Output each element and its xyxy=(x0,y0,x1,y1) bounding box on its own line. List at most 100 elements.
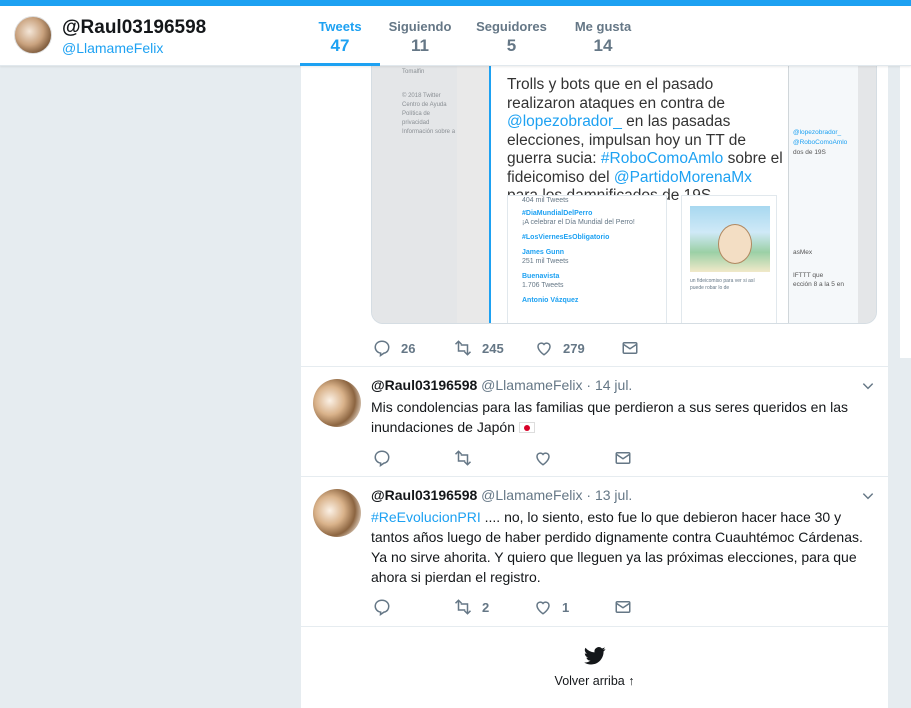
tweet-meta[interactable]: @LlamameFelix · 14 jul. xyxy=(481,377,632,393)
heart-icon xyxy=(536,452,550,466)
media-trends-list: 404 mil Tweets #DiaMundialDelPerro ¡A ce… xyxy=(507,195,667,323)
reply-icon xyxy=(374,450,390,467)
twitter-bird-icon[interactable] xyxy=(584,647,606,665)
hashtag-link[interactable]: #ReEvolucionPRI xyxy=(371,509,481,525)
tab-label: Tweets xyxy=(318,19,362,34)
reply-button[interactable]: 26 xyxy=(373,339,454,357)
retweet-icon xyxy=(454,340,472,356)
trend-row: Antonio Vázquez xyxy=(522,297,579,304)
media-left-footer: © 2018 Twitter Centro de Ayuda Política … xyxy=(372,77,457,137)
tab-count: 11 xyxy=(411,36,429,55)
avatar[interactable] xyxy=(313,489,361,537)
reply-button[interactable] xyxy=(373,598,454,616)
media-thumbnail: un fideicomiso para ver si así puede rob… xyxy=(681,195,777,323)
heart-icon xyxy=(536,601,550,615)
retweet-button[interactable]: 2 xyxy=(454,598,534,616)
heart-icon xyxy=(537,342,551,356)
retweet-button[interactable]: 245 xyxy=(454,339,535,357)
profile-name[interactable]: @Raul03196598 xyxy=(62,17,206,39)
tab-tweets[interactable]: Tweets 47 xyxy=(300,6,380,66)
trend-row: 404 mil Tweets xyxy=(522,197,569,204)
chevron-down-icon[interactable] xyxy=(861,489,875,503)
tweet-media-image[interactable]: Tomalfin © 2018 Twitter Centro de Ayuda … xyxy=(371,66,877,324)
tweet-actions: 26 245 279 xyxy=(373,338,639,358)
tab-count: 14 xyxy=(593,36,613,55)
reply-button[interactable] xyxy=(373,449,454,467)
like-count: 1 xyxy=(562,599,570,615)
tab-following[interactable]: Siguiendo 11 xyxy=(380,6,460,66)
media-right-column: @lopezobrador_ @RoboComoAmlo dos de 19S … xyxy=(788,66,858,323)
like-button[interactable]: 1 xyxy=(534,598,614,616)
profile-header: @Raul03196598 @LlamameFelix Tweets 47 Si… xyxy=(0,6,911,66)
like-button[interactable]: 279 xyxy=(535,339,621,357)
media-left-panel: Tomalfin © 2018 Twitter Centro de Ayuda … xyxy=(372,66,457,323)
tweet[interactable]: @Raul03196598 @LlamameFelix · 13 jul. #R… xyxy=(301,476,888,626)
tweet-text: #ReEvolucionPRI .... no, lo siento, esto… xyxy=(371,507,871,587)
envelope-icon xyxy=(622,342,638,354)
reply-icon xyxy=(374,340,390,357)
profile-handle[interactable]: @LlamameFelix xyxy=(62,40,163,56)
tweet-author-name[interactable]: @Raul03196598 xyxy=(371,487,477,503)
media-right-panel: @lopezobrador_ @RoboComoAmlo dos de 19S … xyxy=(788,66,876,323)
tweet[interactable]: @Raul03196598 @LlamameFelix · 14 jul. Mi… xyxy=(301,366,888,476)
right-sidebar-edge xyxy=(900,66,911,358)
media-left-text: © 2018 Twitter xyxy=(402,93,441,99)
media-left-text: Tomalfin xyxy=(402,69,425,75)
avatar[interactable] xyxy=(313,379,361,427)
cartoon-face-icon xyxy=(718,224,752,264)
thumb-caption: un fideicomiso para ver si así puede rob… xyxy=(690,278,755,291)
retweet-count: 2 xyxy=(482,599,490,615)
media-left-text: Política de privacidad xyxy=(402,111,431,126)
trend-row: ¡A celebrar el Día Mundial del Perro! xyxy=(522,219,635,226)
direct-message-button[interactable] xyxy=(621,339,639,357)
tweet-meta[interactable]: @LlamameFelix · 13 jul. xyxy=(481,487,632,503)
chevron-down-icon[interactable] xyxy=(861,379,875,393)
like-button[interactable] xyxy=(534,449,614,467)
tab-count: 5 xyxy=(506,36,517,55)
tab-likes[interactable]: Me gusta 14 xyxy=(563,6,643,66)
tab-label: Me gusta xyxy=(574,19,632,34)
direct-message-button[interactable] xyxy=(614,598,632,616)
trend-row: 1.706 Tweets xyxy=(522,282,564,289)
reply-icon xyxy=(374,599,390,616)
media-card-mention: @PartidoMorenaMx xyxy=(613,168,752,186)
profile-nav: Tweets 47 Siguiendo 11 Seguidores 5 Me g… xyxy=(300,6,643,66)
retweet-count: 245 xyxy=(482,340,504,356)
envelope-icon xyxy=(615,601,631,613)
tab-label: Siguiendo xyxy=(388,19,452,34)
trend-row: Buenavista xyxy=(522,273,560,280)
media-right-text: @lopezobrador_ xyxy=(793,129,842,136)
timeline: Tomalfin © 2018 Twitter Centro de Ayuda … xyxy=(301,66,888,708)
envelope-icon xyxy=(615,452,631,464)
retweet-icon xyxy=(454,599,472,615)
tab-count: 47 xyxy=(330,36,350,55)
avatar[interactable] xyxy=(14,16,52,54)
tweet-actions: 2 1 xyxy=(373,597,632,617)
media-card-text: Trolls y bots que en el pasado realizaro… xyxy=(507,76,785,206)
timeline-footer: Volver arriba ↑ xyxy=(301,626,888,708)
trend-row: #DiaMundialDelPerro xyxy=(522,210,593,217)
tweet-text: Mis condolencias para las familias que p… xyxy=(371,397,871,437)
tab-label: Seguidores xyxy=(476,19,547,34)
like-count: 279 xyxy=(563,340,585,356)
japan-flag-icon xyxy=(519,422,536,433)
reply-count: 26 xyxy=(401,340,416,356)
tweet-author-name[interactable]: @Raul03196598 xyxy=(371,377,477,393)
retweet-button[interactable] xyxy=(454,449,534,467)
media-right-text: asMex xyxy=(793,249,813,256)
media-left-text: Información sobre a xyxy=(402,129,456,135)
retweet-icon xyxy=(454,450,472,466)
tweet-text-content: Mis condolencias para las familias que p… xyxy=(371,399,849,435)
media-card-hashtag: #RoboComoAmlo xyxy=(600,150,724,167)
media-right-text: dos de 19S xyxy=(793,149,826,156)
trend-row: #LosViernesEsObligatorio xyxy=(522,234,610,241)
back-to-top-link[interactable]: Volver arriba ↑ xyxy=(301,674,888,688)
media-right-text: ección 8 a la 5 en xyxy=(793,281,844,288)
media-right-text: IFTTT que xyxy=(793,272,824,279)
trend-row: James Gunn xyxy=(522,249,565,256)
cartoon-image xyxy=(690,206,770,272)
tweet-header: @Raul03196598 @LlamameFelix · 13 jul. xyxy=(371,487,632,503)
media-right-text: @RoboComoAmlo xyxy=(793,139,848,146)
tab-followers[interactable]: Seguidores 5 xyxy=(460,6,563,66)
direct-message-button[interactable] xyxy=(614,449,632,467)
